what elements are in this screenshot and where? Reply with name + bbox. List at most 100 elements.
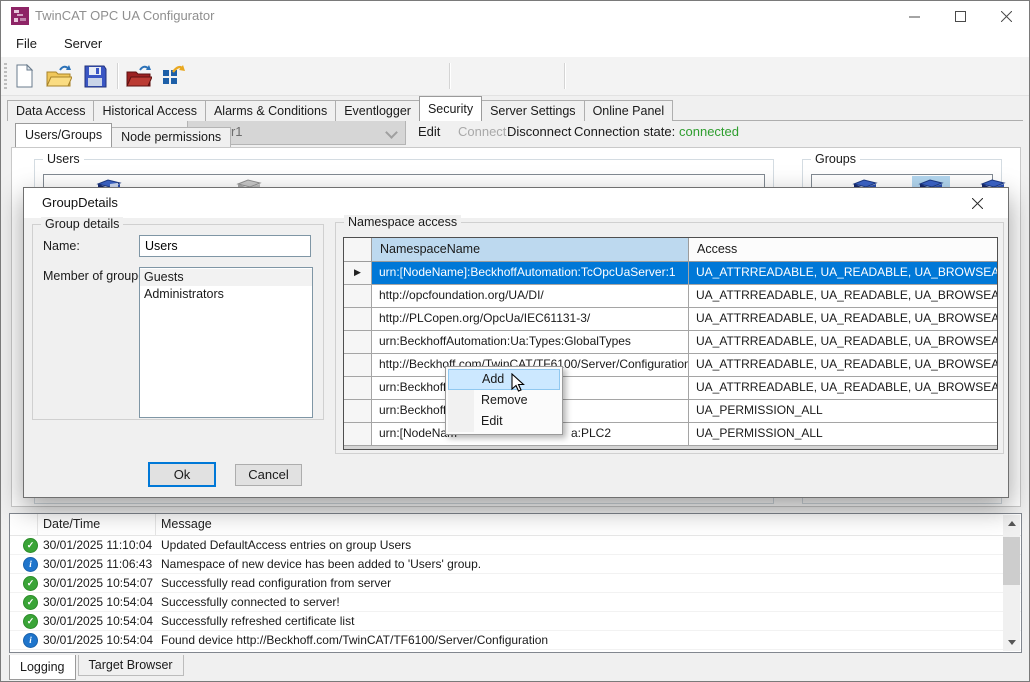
namespace-access-grid: NamespaceName Access ▶urn:[NodeName]:Bec… [343, 237, 998, 450]
member-group-item[interactable]: Administrators [140, 286, 312, 303]
toolbar-separator [564, 63, 566, 89]
new-file-icon[interactable] [11, 62, 39, 90]
bottom-tab-logging[interactable]: Logging [9, 655, 76, 680]
toolbar-grip [4, 63, 7, 89]
log-status-cell: ✓ [10, 595, 38, 610]
disconnect-button[interactable]: Disconnect [507, 119, 571, 145]
context-menu-item-remove[interactable]: Remove [448, 390, 560, 411]
access-cell: UA_PERMISSION_ALL [689, 423, 997, 445]
tab-historical-access[interactable]: Historical Access [93, 100, 205, 121]
subtab-users-groups[interactable]: Users/Groups [15, 123, 112, 147]
menubar: FileServer [1, 31, 1029, 57]
row-header-cell[interactable] [344, 423, 372, 445]
log-message-cell: Found device http://Beckhoff.com/TwinCAT… [156, 633, 1021, 647]
log-row[interactable]: i30/01/2025 10:54:04Found device urn:Bec… [10, 650, 1021, 653]
row-header-cell[interactable] [344, 331, 372, 353]
ok-button[interactable]: Ok [148, 462, 216, 487]
column-header-access[interactable]: Access [689, 238, 997, 261]
maximize-button[interactable] [937, 1, 983, 31]
scroll-up-icon[interactable] [1003, 515, 1020, 532]
row-header-cell[interactable] [344, 285, 372, 307]
browse-server-icon[interactable] [159, 62, 187, 90]
log-icon-column-header[interactable] [10, 514, 38, 535]
log-row[interactable]: ✓30/01/2025 10:54:04Successfully refresh… [10, 612, 1021, 631]
green-check-icon: ✓ [23, 614, 38, 629]
chevron-down-icon [385, 126, 398, 139]
menu-server[interactable]: Server [52, 31, 114, 57]
namespace-row[interactable]: urn:BeckhoffAUA_ATTRREADABLE, UA_READABL… [344, 377, 997, 400]
scrollbar-thumb[interactable] [1003, 537, 1020, 585]
security-sub-tabs: Users/GroupsNode permissions [15, 125, 230, 147]
log-datetime-cell: 30/01/2025 11:10:04 [38, 538, 156, 552]
row-header-cell[interactable]: ▶ [344, 262, 372, 284]
tab-eventlogger[interactable]: Eventlogger [335, 100, 420, 121]
namespace-row[interactable]: ▶urn:[NodeName]:BeckhoffAutomation:TcOpc… [344, 262, 997, 285]
log-datetime-cell: 30/01/2025 10:54:04 [38, 614, 156, 628]
edit-button[interactable]: Edit [418, 119, 440, 145]
dialog-close-button[interactable] [960, 188, 994, 218]
connect-button[interactable]: Connect [458, 119, 506, 145]
log-message-cell: Successfully refreshed certificate list [156, 614, 1021, 628]
log-datetime-cell: 30/01/2025 10:54:04 [38, 652, 156, 653]
tab-online-panel[interactable]: Online Panel [584, 100, 674, 121]
access-cell: UA_ATTRREADABLE, UA_READABLE, UA_BROWSEA… [689, 377, 997, 399]
log-message-cell: Namespace of new device has been added t… [156, 557, 1021, 571]
context-menu-item-add[interactable]: Add [448, 369, 560, 390]
log-message-column-header[interactable]: Message [156, 514, 1021, 535]
namespace-row[interactable]: http://PLCopen.org/OpcUa/IEC61131-3/UA_A… [344, 308, 997, 331]
log-row[interactable]: i30/01/2025 11:06:43Namespace of new dev… [10, 555, 1021, 574]
subtab-node-permissions[interactable]: Node permissions [111, 127, 231, 147]
blue-info-icon: i [23, 633, 38, 648]
namespace-row[interactable]: urn:BeckhoffAUA_PERMISSION_ALL [344, 400, 997, 423]
group-name-input[interactable] [139, 235, 311, 257]
log-datetime-column-header[interactable]: Date/Time [38, 514, 156, 535]
close-button[interactable] [983, 1, 1029, 31]
tab-data-access[interactable]: Data Access [7, 100, 94, 121]
row-header-cell[interactable] [344, 308, 372, 330]
column-header-namespacename[interactable]: NamespaceName [372, 238, 689, 261]
log-datetime-cell: 30/01/2025 10:54:04 [38, 595, 156, 609]
tab-alarms-conditions[interactable]: Alarms & Conditions [205, 100, 336, 121]
minimize-button[interactable] [891, 1, 937, 31]
member-groups-listbox[interactable]: GuestsAdministrators [139, 267, 313, 418]
users-groupbox-label: Users [43, 152, 84, 166]
namespace-row[interactable]: urn:[NodeNama:PLC2UA_PERMISSION_ALL [344, 423, 997, 446]
access-cell: UA_ATTRREADABLE, UA_READABLE, UA_BROWSEA… [689, 285, 997, 307]
menu-file[interactable]: File [4, 31, 49, 57]
log-message-cell: Updated DefaultAccess entries on group U… [156, 538, 1021, 552]
cancel-button[interactable]: Cancel [235, 464, 302, 486]
namespace-row[interactable]: http://opcfoundation.org/UA/DI/UA_ATTRRE… [344, 285, 997, 308]
bottom-tab-target-browser[interactable]: Target Browser [78, 655, 184, 676]
member-group-item[interactable]: Guests [140, 269, 312, 286]
namespace-access-legend: Namespace access [344, 215, 461, 229]
green-check-icon: ✓ [23, 595, 38, 610]
log-scrollbar[interactable] [1003, 515, 1020, 651]
tab-server-settings[interactable]: Server Settings [481, 100, 584, 121]
connection-state-label: Connection state: [574, 119, 675, 145]
tab-security[interactable]: Security [419, 96, 482, 121]
row-header-cell[interactable] [344, 400, 372, 422]
log-row[interactable]: ✓30/01/2025 11:10:04Updated DefaultAcces… [10, 536, 1021, 555]
scroll-down-icon[interactable] [1003, 634, 1020, 651]
log-row[interactable]: i30/01/2025 10:54:04Found device http://… [10, 631, 1021, 650]
log-message-cell: Successfully read configuration from ser… [156, 576, 1021, 590]
toolbar-separator [117, 63, 119, 89]
namespace-row[interactable]: http://Beckhoff.com/TwinCAT/TF6100/Serve… [344, 354, 997, 377]
log-message-cell: Successfully connected to server! [156, 595, 1021, 609]
log-message-cell: Found device urn:BeckhoffAutomation:Ua:A… [156, 652, 1021, 653]
open-file-icon[interactable] [45, 62, 73, 90]
log-datetime-cell: 30/01/2025 10:54:04 [38, 633, 156, 647]
open-from-target-icon[interactable] [125, 62, 153, 90]
save-file-icon[interactable] [81, 62, 109, 90]
blue-info-icon: i [23, 557, 38, 572]
context-menu-item-edit[interactable]: Edit [448, 411, 560, 432]
log-row[interactable]: ✓30/01/2025 10:54:07Successfully read co… [10, 574, 1021, 593]
log-row[interactable]: ✓30/01/2025 10:54:04Successfully connect… [10, 593, 1021, 612]
row-header-cell[interactable] [344, 354, 372, 376]
namespace-name-cell: urn:BeckhoffAutomation:Ua:Types:GlobalTy… [372, 331, 689, 353]
mouse-cursor-icon [510, 373, 528, 393]
access-cell: UA_ATTRREADABLE, UA_READABLE, UA_BROWSEA… [689, 308, 997, 330]
namespace-row[interactable]: urn:BeckhoffAutomation:Ua:Types:GlobalTy… [344, 331, 997, 354]
row-header-cell[interactable] [344, 377, 372, 399]
dialog-title: GroupDetails [42, 188, 118, 218]
